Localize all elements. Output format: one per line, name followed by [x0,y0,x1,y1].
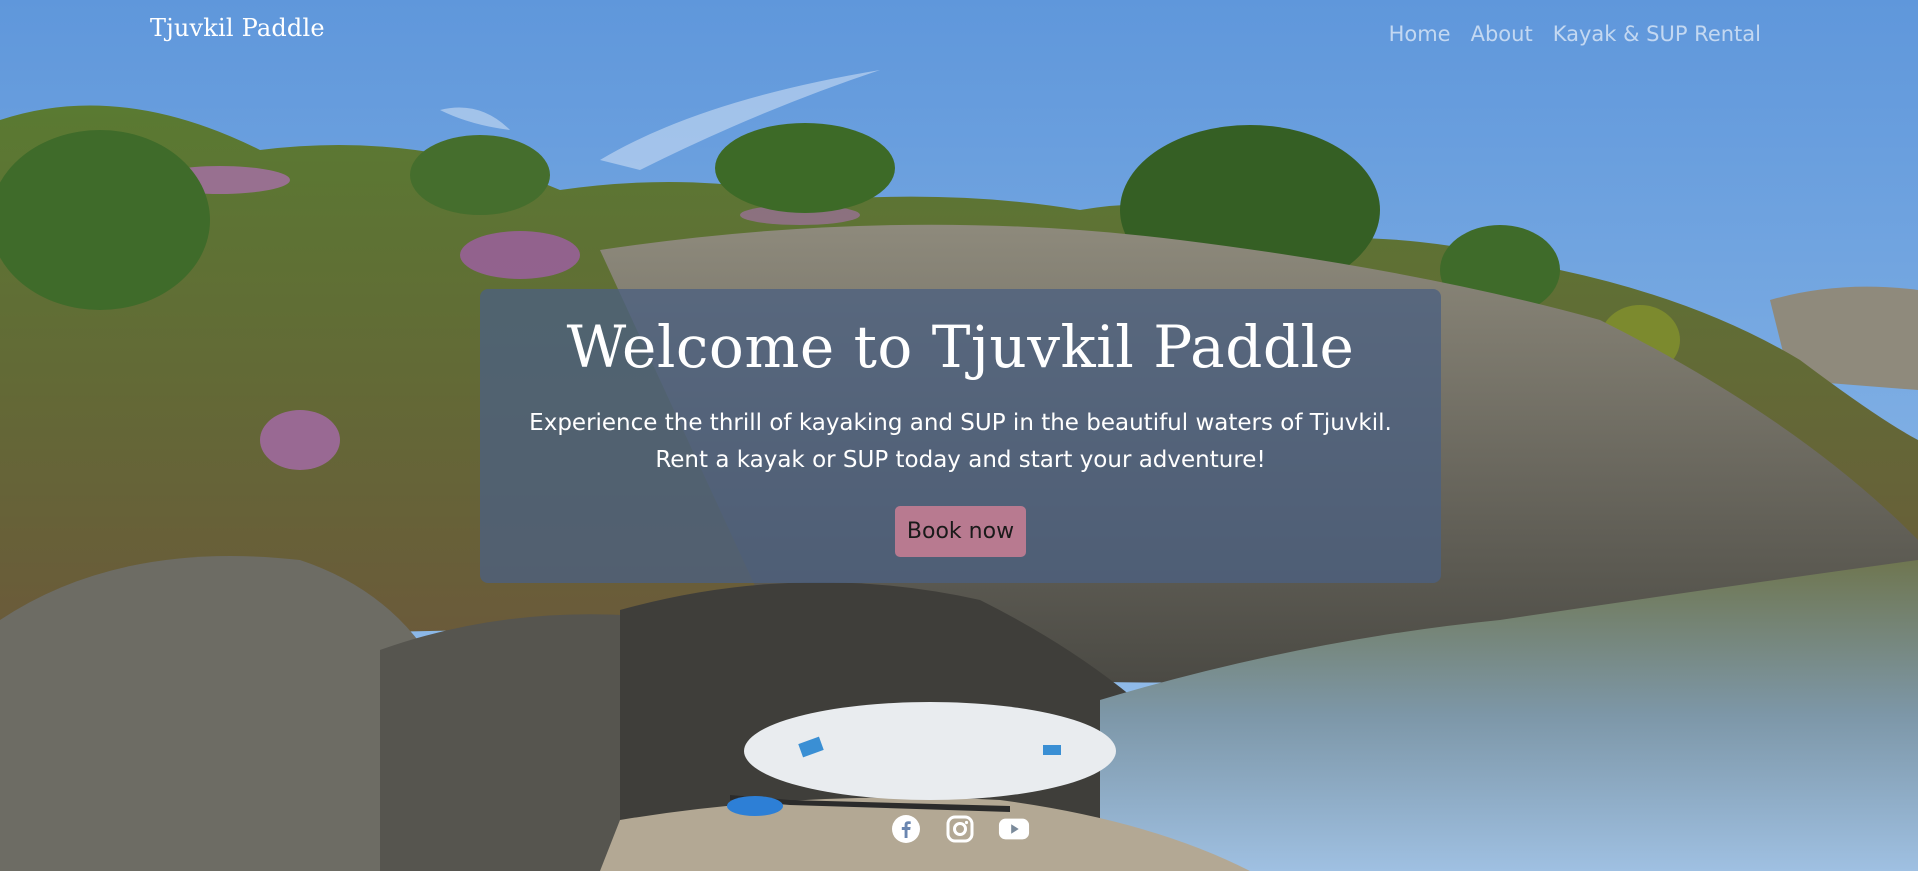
social-links [890,813,1030,845]
hero-card: Welcome to Tjuvkil Paddle Experience the… [480,289,1441,583]
main-nav: Home About Kayak & SUP Rental [1389,22,1761,46]
youtube-icon[interactable] [998,813,1030,845]
hero-description: Experience the thrill of kayaking and SU… [529,409,1392,473]
hero-title: Welcome to Tjuvkil Paddle [566,313,1355,381]
book-now-button[interactable]: Book now [894,505,1027,557]
page: Tjuvkil Paddle Home About Kayak & SUP Re… [0,0,1918,871]
instagram-icon[interactable] [944,813,976,845]
nav-link-about[interactable]: About [1471,22,1533,46]
brand-logo-link[interactable]: Tjuvkil Paddle [150,14,325,42]
nav-link-home[interactable]: Home [1389,22,1451,46]
nav-link-rental[interactable]: Kayak & SUP Rental [1553,22,1761,46]
facebook-icon[interactable] [890,813,922,845]
